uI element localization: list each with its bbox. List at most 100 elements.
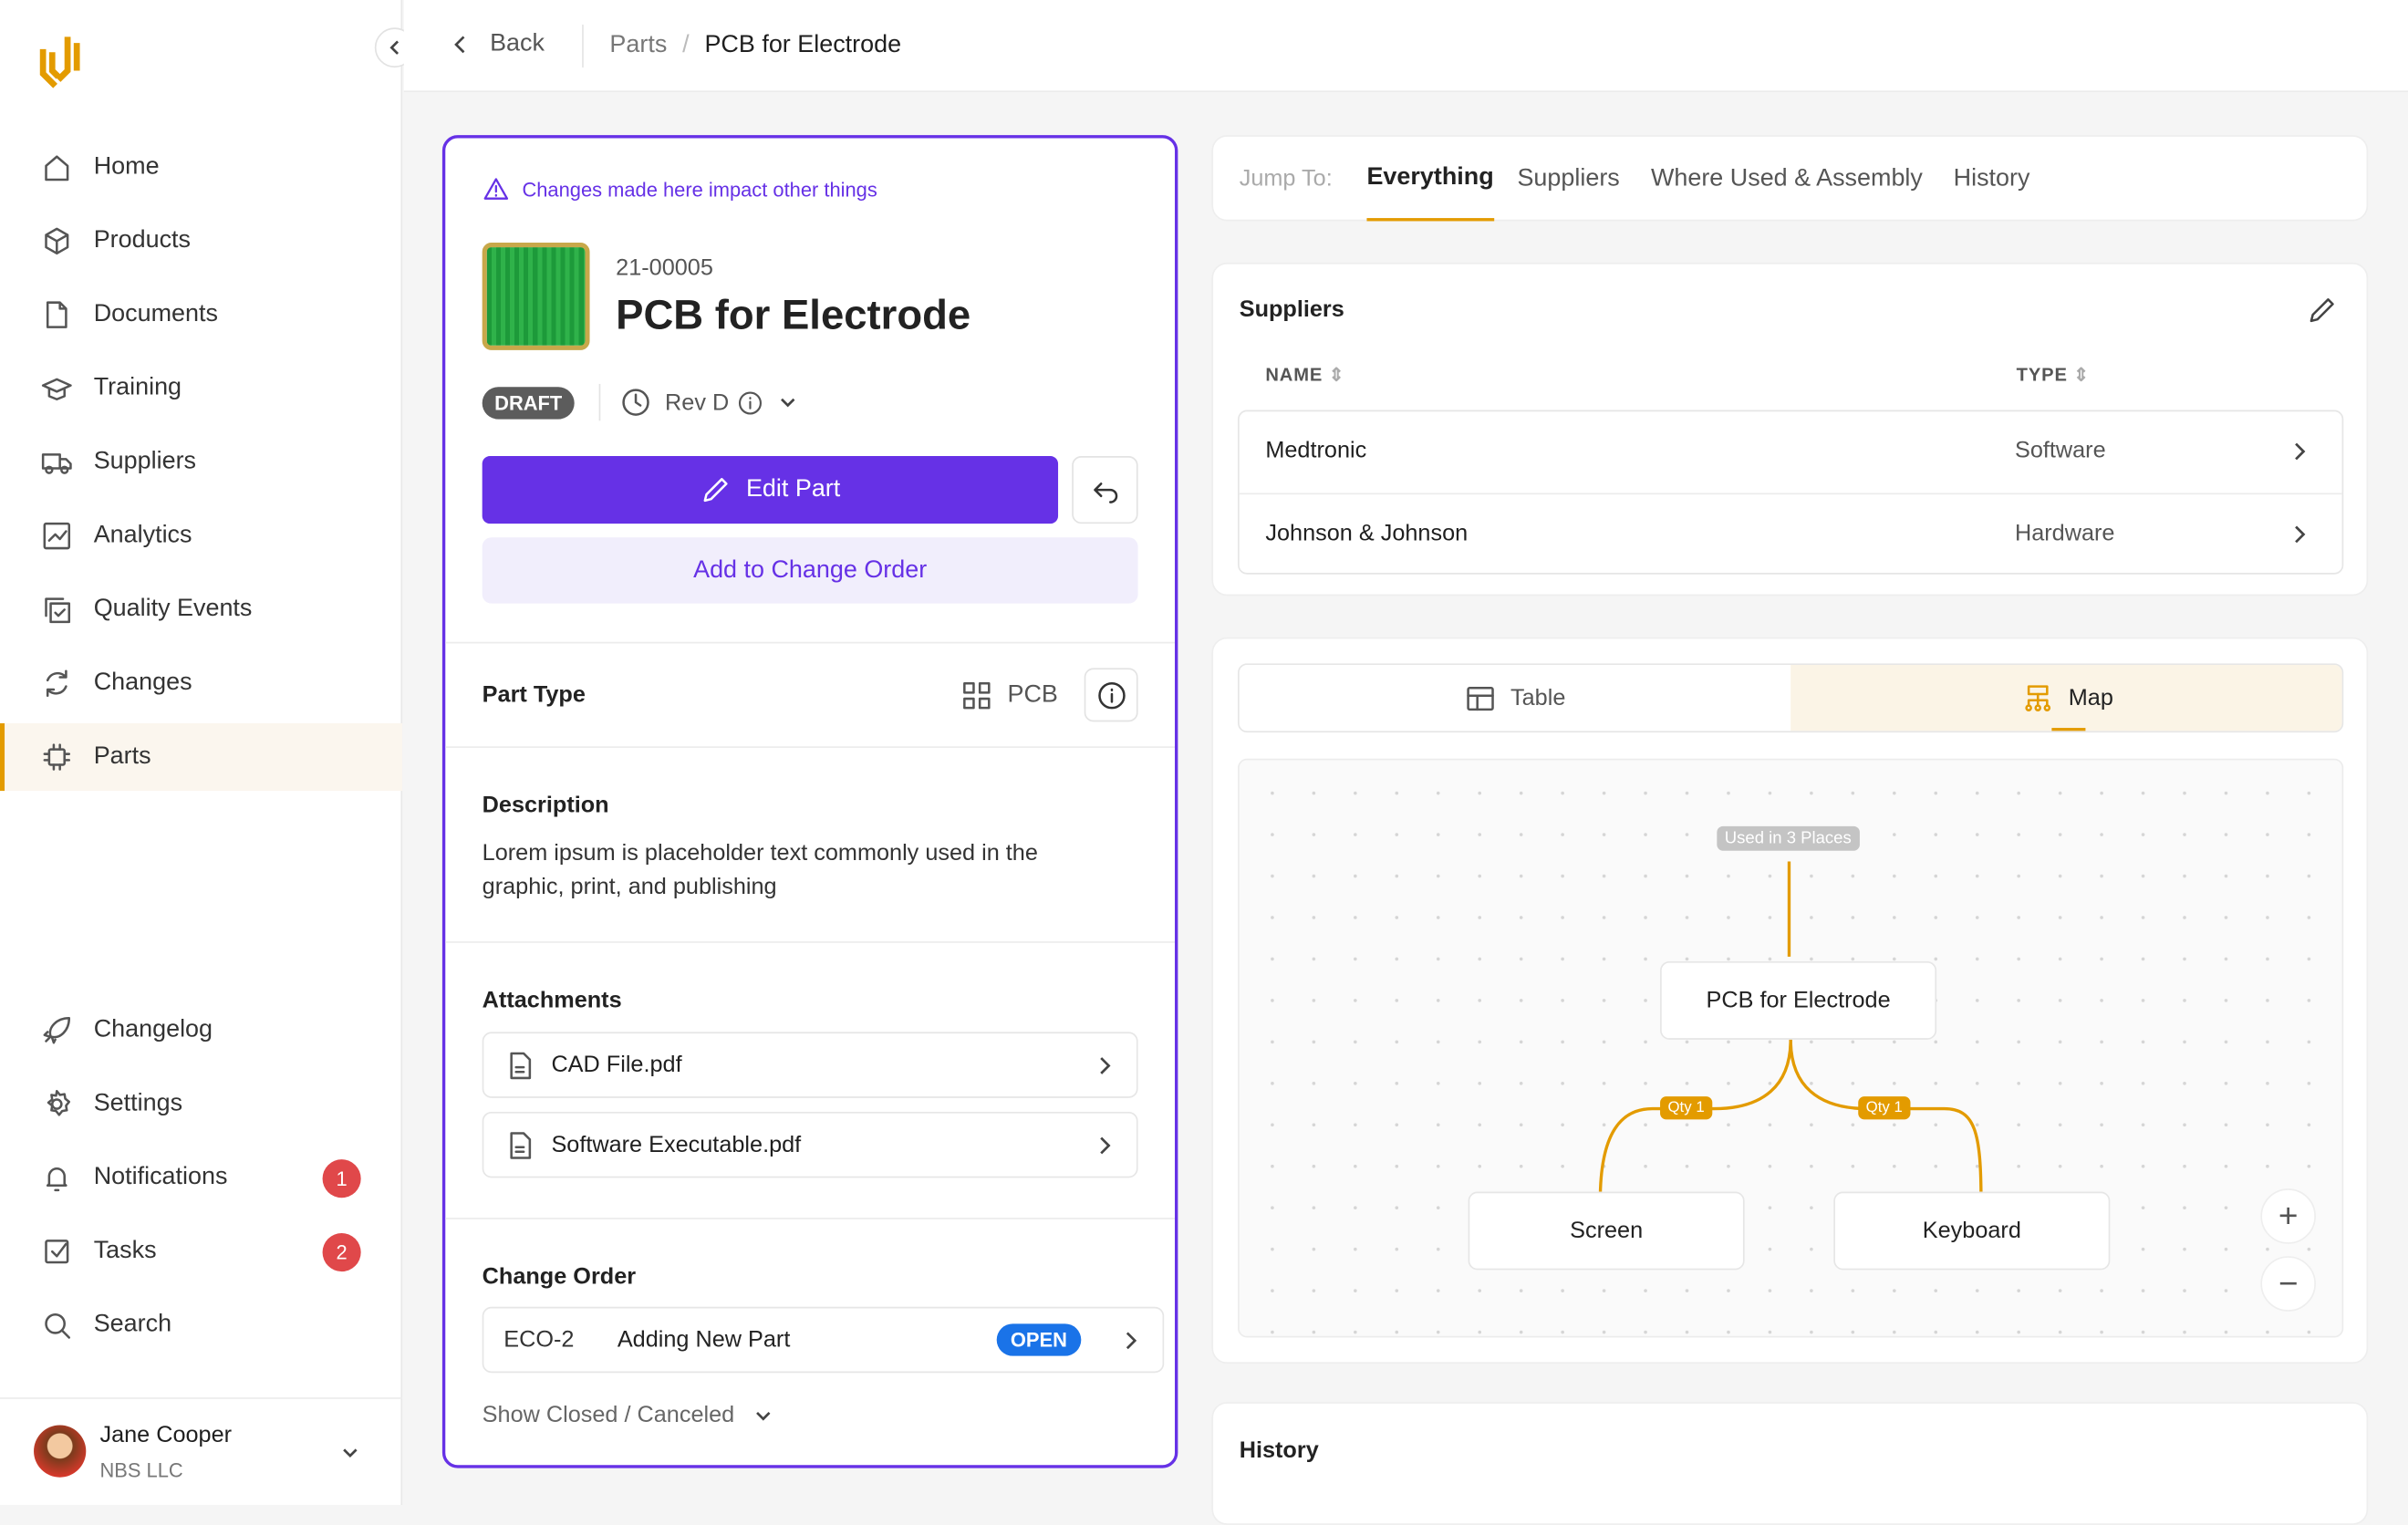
- table-row[interactable]: Johnson & Johnson Hardware: [1239, 493, 2342, 574]
- clock-icon: [622, 389, 649, 416]
- zoom-in-button[interactable]: +: [2260, 1188, 2316, 1244]
- chevron-down-icon: [756, 1411, 771, 1420]
- chevron-right-icon: [2295, 525, 2306, 544]
- sidebar-item-tasks[interactable]: Tasks 2: [0, 1218, 402, 1285]
- sidebar-item-settings[interactable]: Settings: [0, 1071, 402, 1138]
- sidebar-item-label: Search: [93, 1311, 172, 1338]
- part-type-info-button[interactable]: [1084, 668, 1138, 722]
- where-used-map[interactable]: Used in 3 Places PCB for Electrode Qty 1…: [1238, 758, 2344, 1338]
- back-button[interactable]: Back: [450, 31, 545, 58]
- change-order-label: Change Order: [482, 1263, 637, 1291]
- jump-tab[interactable]: History: [1954, 137, 2030, 222]
- attachment-name: CAD File.pdf: [551, 1052, 682, 1078]
- supplier-name: Johnson & Johnson: [1265, 520, 1469, 547]
- pencil-icon[interactable]: [2307, 295, 2338, 326]
- sidebar-item-label: Analytics: [93, 522, 192, 549]
- map-node-screen[interactable]: Screen: [1468, 1191, 1745, 1271]
- jump-to-label: Jump To:: [1239, 165, 1333, 192]
- gear-icon: [47, 1089, 71, 1116]
- description-section: Description Lorem ipsum is placeholder t…: [445, 746, 1176, 943]
- sitemap-icon: [2025, 684, 2050, 711]
- logo-icon[interactable]: [36, 31, 83, 89]
- undo-icon: [1093, 482, 1117, 503]
- bell-icon: [46, 1167, 67, 1192]
- supplier-name: Medtronic: [1265, 437, 1367, 464]
- add-to-change-order-button[interactable]: Add to Change Order: [482, 537, 1138, 604]
- count-badge: 1: [322, 1158, 361, 1198]
- sidebar-item-suppliers[interactable]: Suppliers: [0, 429, 402, 496]
- edit-part-button[interactable]: Edit Part: [482, 456, 1059, 524]
- jump-tab[interactable]: Where Used & Assembly: [1651, 137, 1923, 222]
- part-thumbnail: [482, 243, 590, 350]
- undo-button[interactable]: [1072, 456, 1138, 524]
- chevron-left-icon: [454, 36, 465, 54]
- history-card: History: [1211, 1402, 2369, 1525]
- column-header-name[interactable]: NAME ⇕: [1265, 364, 1344, 386]
- chevron-right-icon: [1100, 1136, 1111, 1154]
- breadcrumb-current: PCB for Electrode: [704, 32, 902, 58]
- refresh-icon: [46, 669, 67, 697]
- supplier-type: Software: [2014, 437, 2106, 464]
- part-title: PCB for Electrode: [616, 291, 971, 338]
- chevron-right-icon: [1100, 1056, 1111, 1074]
- jump-tab[interactable]: Suppliers: [1517, 137, 1619, 222]
- file-icon: [510, 1131, 532, 1158]
- truck-icon: [41, 453, 72, 474]
- map-node-root[interactable]: PCB for Electrode: [1660, 960, 1937, 1040]
- sidebar-item-label: Tasks: [93, 1238, 157, 1264]
- table-view-tab[interactable]: Table: [1240, 665, 1790, 731]
- box-icon: [45, 227, 69, 255]
- chip-icon: [43, 743, 71, 771]
- graduation-cap-icon: [41, 378, 72, 401]
- sidebar-item-changelog[interactable]: Changelog: [0, 997, 402, 1064]
- sidebar-item-parts[interactable]: Parts: [0, 723, 403, 792]
- show-closed-toggle[interactable]: Show Closed / Canceled: [483, 1402, 774, 1428]
- topbar: Back Parts / PCB for Electrode: [403, 0, 2408, 93]
- connector-keyboard: [1789, 1039, 1983, 1201]
- sidebar-item-training[interactable]: Training: [0, 355, 402, 422]
- sidebar-item-analytics[interactable]: Analytics: [0, 503, 402, 570]
- sidebar-item-label: Settings: [93, 1090, 183, 1117]
- rocket-icon: [43, 1017, 71, 1044]
- breadcrumb: Parts / PCB for Electrode: [609, 32, 902, 59]
- attachment-name: Software Executable.pdf: [551, 1131, 802, 1158]
- sidebar-item-label: Products: [93, 227, 192, 254]
- sidebar-item-products[interactable]: Products: [0, 207, 402, 275]
- change-order-row[interactable]: ECO-2 Adding New Part OPEN: [482, 1306, 1165, 1374]
- sidebar-item-label: Parts: [93, 742, 151, 770]
- history-title: History: [1239, 1437, 1319, 1464]
- attachments-section: Attachments CAD File.pdf Software Executa…: [445, 941, 1176, 1218]
- qty-label-screen: Qty 1: [1660, 1096, 1713, 1120]
- change-order-section: Change Order ECO-2 Adding New Part OPEN …: [445, 1218, 1176, 1468]
- table-row[interactable]: Medtronic Software: [1240, 411, 2342, 493]
- revision-selector[interactable]: Rev D: [620, 387, 798, 418]
- sidebar-item-quality-events[interactable]: Quality Events: [0, 576, 402, 643]
- sidebar-item-changes[interactable]: Changes: [0, 649, 402, 717]
- sidebar-item-label: Quality Events: [93, 596, 253, 622]
- part-detail-card: Changes made here impact other things 21…: [441, 135, 1178, 1468]
- pencil-icon: [703, 478, 728, 503]
- where-used-card: Table Map Used in 3 Places PCB for Elect…: [1211, 637, 2369, 1364]
- map-node-keyboard[interactable]: Keyboard: [1833, 1191, 2111, 1271]
- part-type-label: Part Type: [482, 681, 586, 709]
- sidebar-item-search[interactable]: Search: [0, 1292, 402, 1359]
- description-text: Lorem ipsum is placeholder text commonly…: [482, 839, 1038, 900]
- map-view-tab[interactable]: Map: [1790, 665, 2342, 731]
- user-menu[interactable]: Jane Cooper NBS LLC: [0, 1397, 403, 1505]
- sidebar-item-home[interactable]: Home: [0, 133, 402, 201]
- part-type-section: Part Type PCB: [445, 641, 1176, 746]
- search-icon: [45, 1312, 71, 1339]
- attachment-row[interactable]: Software Executable.pdf: [482, 1111, 1138, 1178]
- sidebar: Home Products Documents Training Suppliers An…: [0, 0, 415, 1505]
- jump-tab[interactable]: Everything: [1366, 137, 1494, 222]
- sidebar-item-documents[interactable]: Documents: [0, 281, 402, 348]
- attachment-row[interactable]: CAD File.pdf: [482, 1032, 1138, 1098]
- zoom-out-button[interactable]: −: [2260, 1256, 2316, 1312]
- suppliers-card: Suppliers NAME ⇕ TYPE ⇕ Medtronic Softwar…: [1211, 262, 2369, 597]
- view-toggle: Table Map: [1238, 663, 2344, 733]
- info-icon[interactable]: [737, 389, 763, 416]
- chevron-right-icon: [2295, 442, 2306, 461]
- column-header-type[interactable]: TYPE ⇕: [2017, 364, 2090, 386]
- breadcrumb-parts[interactable]: Parts: [609, 32, 667, 59]
- sidebar-item-notifications[interactable]: Notifications 1: [0, 1144, 402, 1211]
